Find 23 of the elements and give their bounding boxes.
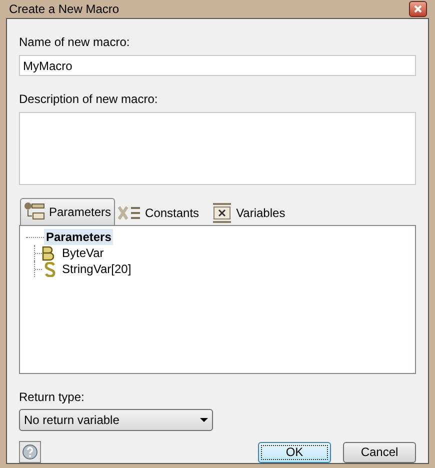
s-glyph-icon bbox=[42, 262, 58, 276]
variable-box-icon bbox=[211, 202, 234, 224]
tab[interactable]: Variables bbox=[208, 201, 288, 225]
tab[interactable]: Parameters bbox=[20, 198, 116, 225]
tree-item[interactable]: Parameters bbox=[44, 229, 114, 245]
tab[interactable]: Constants bbox=[115, 201, 202, 225]
field-label: Description of new macro: bbox=[19, 91, 159, 108]
constants-icon bbox=[118, 205, 142, 221]
window-title: Create a New Macro bbox=[9, 1, 120, 18]
close-button[interactable] bbox=[409, 1, 427, 17]
tree-item[interactable]: StringVar[20] bbox=[61, 260, 132, 278]
field-label: Name of new macro: bbox=[19, 34, 131, 51]
dropdown-arrow-icon bbox=[200, 418, 208, 422]
return-type-dropdown[interactable]: No return variable bbox=[19, 409, 213, 431]
dialog-button[interactable]: Cancel bbox=[343, 442, 416, 462]
close-icon bbox=[414, 5, 422, 13]
name-input-field[interactable]: MyMacro bbox=[19, 55, 416, 76]
parameters-icon bbox=[24, 202, 46, 222]
tree-item[interactable]: ByteVar bbox=[61, 244, 105, 262]
help-button[interactable] bbox=[19, 441, 41, 463]
field-label: Return type: bbox=[19, 389, 86, 406]
dialog-button[interactable]: OK bbox=[258, 442, 331, 462]
help-icon bbox=[22, 444, 38, 460]
